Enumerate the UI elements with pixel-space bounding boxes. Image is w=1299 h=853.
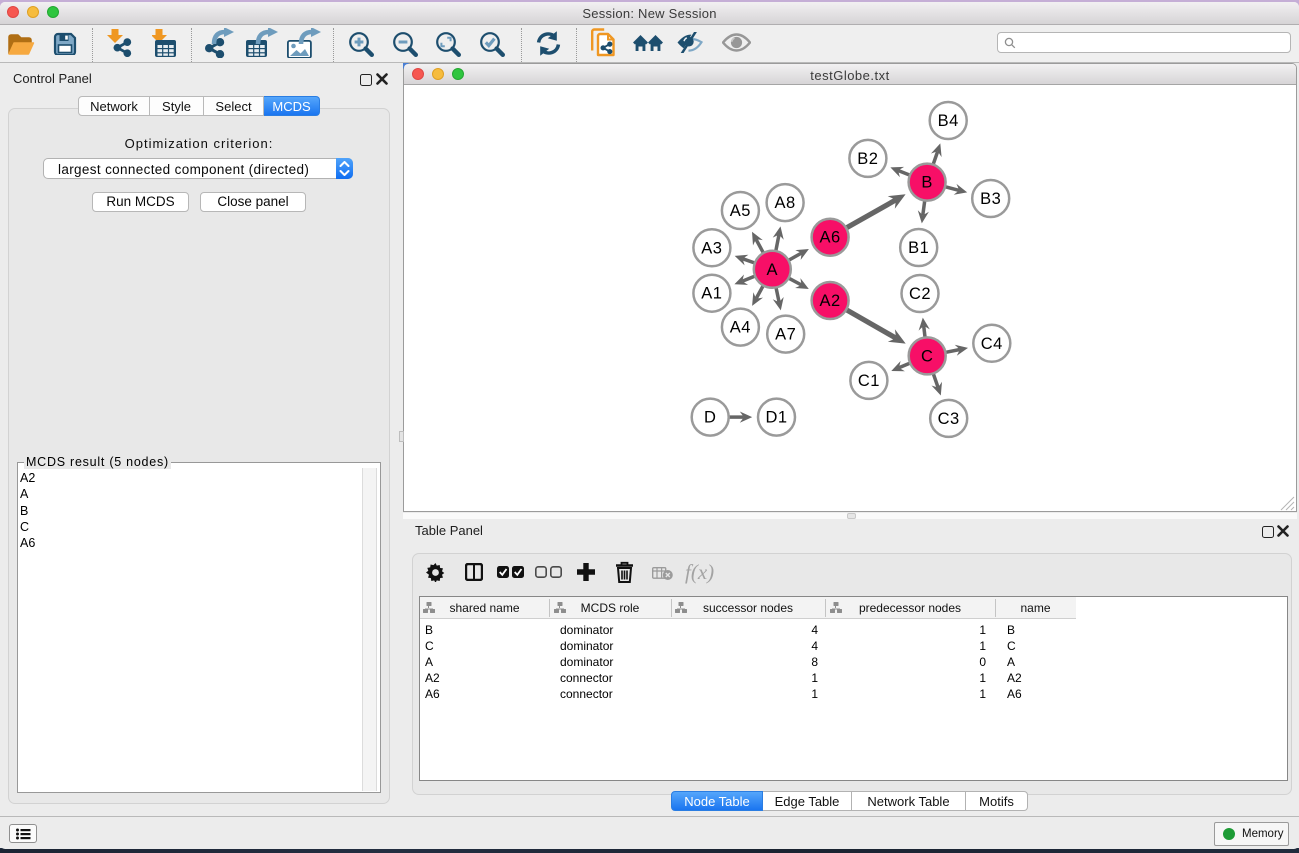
svg-text:A7: A7 xyxy=(775,326,796,344)
svg-text:A1: A1 xyxy=(701,285,722,303)
svg-text:A: A xyxy=(767,261,779,279)
svg-text:B: B xyxy=(921,174,933,192)
svg-text:A2: A2 xyxy=(820,292,841,310)
svg-text:B1: B1 xyxy=(908,239,929,257)
svg-text:D1: D1 xyxy=(765,409,787,427)
svg-text:B2: B2 xyxy=(857,150,878,168)
svg-text:C: C xyxy=(921,347,933,365)
svg-text:A3: A3 xyxy=(701,239,722,257)
svg-text:C2: C2 xyxy=(909,285,931,303)
svg-text:A6: A6 xyxy=(820,229,841,247)
svg-text:C4: C4 xyxy=(981,335,1003,353)
svg-text:B3: B3 xyxy=(980,190,1001,208)
svg-text:B4: B4 xyxy=(938,112,959,130)
svg-text:C3: C3 xyxy=(938,410,960,428)
svg-text:A5: A5 xyxy=(730,202,751,220)
svg-text:A8: A8 xyxy=(775,194,796,212)
svg-text:C1: C1 xyxy=(858,372,880,390)
svg-text:D: D xyxy=(704,409,716,427)
svg-text:A4: A4 xyxy=(730,319,751,337)
